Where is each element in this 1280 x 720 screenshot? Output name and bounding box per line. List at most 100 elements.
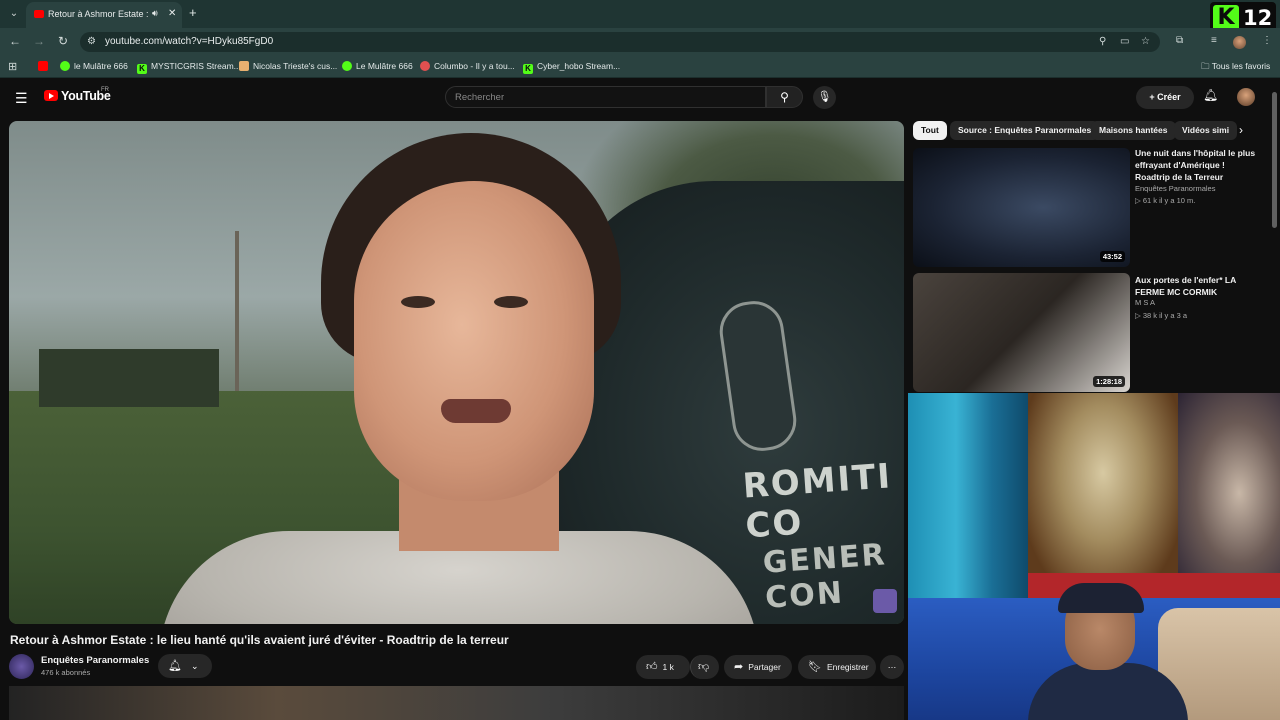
thumbs-down-icon: 👎︎	[698, 661, 710, 673]
bookmark-icon: 🔖︎	[808, 661, 822, 673]
create-button[interactable]: + Créer	[1136, 86, 1194, 109]
microphone-icon: 🎙︎	[817, 91, 832, 103]
video-frame-face	[354, 181, 594, 501]
browser-tab-strip: ⌄ Retour à Ashmor Estate : le 🔊︎ ✕ +	[0, 0, 1280, 28]
webcam-portrait-poster	[1178, 393, 1280, 593]
recommendation-channel[interactable]: M S A	[1135, 298, 1155, 307]
tab-title: Retour à Ashmor Estate : le	[48, 9, 150, 19]
channel-watermark-icon[interactable]	[873, 589, 897, 613]
bookmark-item[interactable]: le Mulâtre 666	[60, 61, 128, 73]
subscriber-count: 476 k abonnés	[41, 668, 91, 677]
site-info-icon[interactable]: ⚙	[87, 36, 96, 47]
page-scrollbar[interactable]	[1272, 92, 1277, 228]
tab-search-icon[interactable]: ⌄	[6, 6, 22, 22]
youtube-favicon-icon	[34, 10, 44, 18]
browser-toolbar: ← → ↻ ⚙ youtube.com/watch?v=HDyku85FgD0 …	[0, 28, 1280, 56]
back-arrow-icon[interactable]: ←	[7, 34, 23, 48]
webcam-skull-poster	[1028, 393, 1178, 593]
apps-grid-icon[interactable]: ⊞	[8, 60, 17, 73]
forward-arrow-icon[interactable]: →	[31, 34, 47, 48]
extensions-icon[interactable]: ⧉	[1176, 35, 1183, 46]
region-code: FR	[101, 87, 109, 93]
thumbs-up-icon: 👍︎	[646, 661, 658, 673]
close-tab-icon[interactable]: ✕	[168, 8, 176, 19]
search-input[interactable]: Rechercher	[445, 86, 766, 108]
search-placeholder: Rechercher	[455, 92, 505, 103]
bookmark-item[interactable]: Columbo - Il y a tou...	[420, 61, 515, 73]
video-title: Retour à Ashmor Estate : le lieu hanté q…	[10, 633, 509, 647]
chip-all[interactable]: Tout	[913, 121, 947, 140]
more-horizontal-icon: ⋯	[887, 662, 897, 672]
bell-icon: 🔔︎	[168, 660, 182, 672]
voice-search-button[interactable]: 🎙︎	[813, 86, 836, 109]
bookmark-item[interactable]: K MYSTICGRIS Stream...	[137, 61, 241, 74]
video-duration: 1:28:18	[1093, 376, 1125, 387]
save-button[interactable]: 🔖︎ Enregistrer	[798, 655, 876, 679]
share-button[interactable]: ➦ Partager	[724, 655, 792, 679]
bookmark-item[interactable]	[38, 61, 52, 73]
recommendation-meta: ▷ 61 k il y a 10 m.	[1135, 196, 1196, 205]
chip-haunted-houses[interactable]: Maisons hantées	[1091, 121, 1176, 140]
url-text: youtube.com/watch?v=HDyku85FgD0	[105, 36, 274, 47]
recommendation-meta: ▷ 38 k il y a 3 a	[1135, 311, 1188, 320]
chevron-down-icon: ⌄	[191, 661, 199, 671]
dislike-button[interactable]: 👎︎	[690, 655, 719, 679]
browser-menu-icon[interactable]: ⋮	[1262, 35, 1272, 46]
search-icon: ⚲	[780, 90, 789, 104]
bookmark-item[interactable]: K Cyber_hobo Stream...	[523, 61, 620, 74]
description-preview-strip	[9, 686, 904, 720]
video-frame-pole	[235, 231, 239, 401]
more-actions-button[interactable]: ⋯	[880, 655, 904, 679]
recommendation-thumbnail[interactable]: 43:52	[913, 148, 1130, 267]
columbo-bookmark-icon	[420, 61, 430, 71]
play-bookmark-icon	[60, 61, 70, 71]
custom-bookmark-icon	[239, 61, 249, 71]
video-frame-mouth	[441, 399, 511, 423]
youtube-bookmark-icon	[38, 61, 48, 71]
hamburger-menu-icon[interactable]: ☰	[15, 90, 28, 107]
channel-name[interactable]: Enquêtes Paranormales	[41, 655, 149, 666]
video-duration: 43:52	[1099, 251, 1125, 262]
chip-source[interactable]: Source : Enquêtes Paranormales	[950, 121, 1100, 140]
subscription-bell-button[interactable]: 🔔︎ ⌄	[158, 654, 212, 678]
recommendation-title[interactable]: Une nuit dans l'hôpital le plus effrayan…	[1135, 147, 1260, 183]
new-tab-icon[interactable]: +	[189, 6, 197, 20]
bookmark-item[interactable]: Le Mulâtre 666	[342, 61, 413, 73]
like-button[interactable]: 👍︎ 1 k	[636, 655, 690, 679]
notifications-bell-icon[interactable]: 🔔︎	[1203, 88, 1218, 102]
search-button[interactable]: ⚲	[766, 86, 803, 108]
webcam-bandana	[1058, 583, 1144, 613]
profile-avatar[interactable]	[1233, 36, 1246, 49]
bookmark-item[interactable]: Nicolas Trieste's cus...	[239, 61, 337, 73]
zoom-icon[interactable]: ⚲	[1099, 36, 1106, 47]
chevron-right-icon[interactable]: ›	[1239, 123, 1243, 137]
recommendation-channel[interactable]: Enquêtes Paranormales	[1135, 184, 1215, 193]
play-bookmark-icon	[342, 61, 352, 71]
account-avatar[interactable]	[1237, 88, 1255, 106]
truck-lettering: ROMITI CO	[741, 456, 894, 547]
channel-avatar[interactable]	[9, 654, 34, 679]
chip-similar-videos[interactable]: Vidéos simi	[1174, 121, 1238, 140]
youtube-header: ☰ YouTube FR Rechercher ⚲ 🎙︎ + Créer 🔔︎	[0, 79, 1280, 117]
webcam-overlay	[908, 393, 1280, 720]
kick-bookmark-icon: K	[137, 64, 147, 74]
recommendation-thumbnail[interactable]: 1:28:18	[913, 273, 1130, 392]
badge-number: 12	[1243, 6, 1273, 30]
share-icon: ➦	[734, 661, 744, 673]
filter-chips: Tout Source : Enquêtes Paranormales Mais…	[913, 121, 1258, 141]
video-frame-wagon	[39, 349, 219, 407]
video-frame-eye	[401, 296, 435, 308]
reading-list-icon[interactable]: ≡	[1211, 35, 1217, 46]
browser-tab-active[interactable]: Retour à Ashmor Estate : le 🔊︎ ✕	[26, 2, 182, 28]
all-bookmarks-folder[interactable]: 🗀 Tous les favoris	[1201, 61, 1270, 75]
video-frame-eye	[494, 296, 528, 308]
cast-icon[interactable]: ▭	[1120, 36, 1129, 47]
bookmark-star-icon[interactable]: ☆	[1141, 36, 1150, 47]
speaker-icon[interactable]: 🔊︎	[152, 8, 158, 19]
recommendation-title[interactable]: Aux portes de l'enfer* LA FERME MC CORMI…	[1135, 274, 1260, 298]
address-bar[interactable]: ⚙ youtube.com/watch?v=HDyku85FgD0 ⚲ ▭ ☆	[80, 32, 1160, 52]
bookmarks-bar: ⊞ le Mulâtre 666 K MYSTICGRIS Stream... N…	[0, 56, 1280, 78]
video-player[interactable]: ROMITI CO GENER CON	[9, 121, 904, 624]
reload-icon[interactable]: ↻	[55, 34, 71, 48]
youtube-logo-icon[interactable]	[44, 90, 58, 101]
